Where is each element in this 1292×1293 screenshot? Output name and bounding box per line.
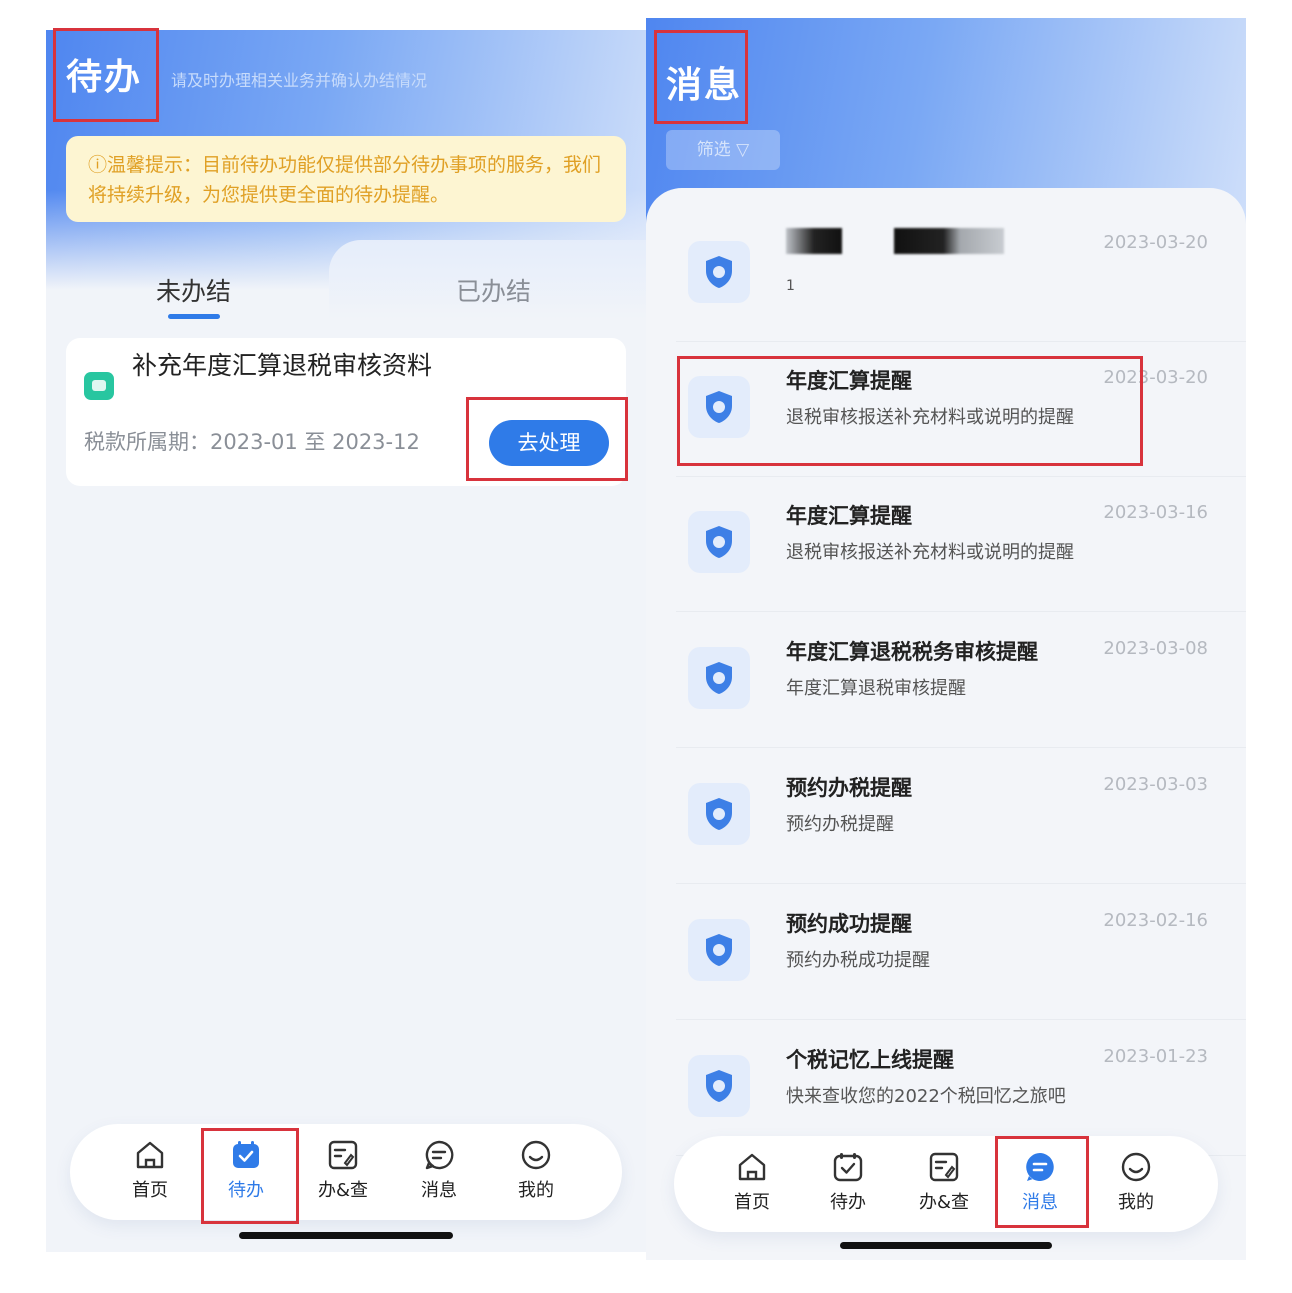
message-date: 2023-03-20: [1103, 232, 1208, 253]
nav-mine-label: 我的: [518, 1180, 554, 1201]
message-date: 2023-03-20: [1103, 367, 1208, 388]
task-title: 补充年度汇算退税审核资料: [132, 351, 433, 380]
shield-tax-icon: [688, 376, 750, 438]
message-date: 2023-01-23: [1103, 1046, 1208, 1067]
nav-mine[interactable]: 我的: [496, 1138, 576, 1202]
message-title: 年度汇算退税税务审核提醒: [786, 640, 1038, 664]
page-subtitle: 请及时办理相关业务并确认办结情况: [171, 71, 428, 90]
tab-pending[interactable]: 未办结: [156, 272, 231, 308]
tab-done[interactable]: 已办结: [456, 272, 531, 308]
message-item[interactable]: 预约成功提醒 预约办税成功提醒 2023-02-16: [676, 886, 1246, 1020]
smile-icon: [521, 1140, 551, 1170]
shield-tax-icon: [688, 1055, 750, 1117]
message-title: 年度汇算提醒: [786, 504, 912, 528]
bottom-nav: 首页 待办 办&查 消息 我的: [674, 1136, 1218, 1232]
nav-home[interactable]: 首页: [110, 1138, 190, 1202]
message-title: 预约成功提醒: [786, 912, 912, 936]
query-icon: [328, 1140, 358, 1170]
nav-query[interactable]: 办&查: [904, 1150, 984, 1214]
nav-todo-label: 待办: [228, 1180, 264, 1201]
nav-query-label: 办&查: [918, 1192, 970, 1213]
message-subtitle: 预约办税成功提醒: [786, 950, 930, 971]
redacted-text: [786, 228, 842, 254]
nav-messages[interactable]: 消息: [399, 1138, 479, 1202]
message-subtitle: 快来查收您的2022个税回忆之旅吧: [786, 1086, 1066, 1107]
message-subtitle: 退税审核报送补充材料或说明的提醒: [786, 407, 1074, 428]
home-indicator: [239, 1232, 453, 1239]
nav-home-label: 首页: [132, 1180, 168, 1201]
shield-tax-icon: [688, 647, 750, 709]
warm-tip-banner: ⓘ温馨提示：目前待办功能仅提供部分待办事项的服务，我们将持续升级，为您提供更全面…: [66, 136, 626, 222]
status-tabs: 未办结 已办结: [46, 240, 646, 320]
message-item[interactable]: 年度汇算提醒 退税审核报送补充材料或说明的提醒 2023-03-20: [676, 343, 1246, 477]
todo-icon: [833, 1153, 863, 1182]
message-title: 预约办税提醒: [786, 776, 912, 800]
nav-home-label: 首页: [734, 1192, 770, 1213]
message-item[interactable]: 年度汇算提醒 退税审核报送补充材料或说明的提醒 2023-03-16: [676, 478, 1246, 612]
message-subtitle: 退税审核报送补充材料或说明的提醒: [786, 542, 1074, 563]
bottom-nav: 首页 待办 办&查 消息 我的: [70, 1124, 622, 1220]
nav-messages[interactable]: 消息: [1000, 1150, 1080, 1214]
message-subtitle: 年度汇算退税审核提醒: [786, 678, 966, 699]
message-date: 2023-03-08: [1103, 638, 1208, 659]
nav-messages-label: 消息: [1022, 1192, 1058, 1213]
home-indicator: [840, 1242, 1052, 1249]
home-icon: [738, 1153, 766, 1181]
todo-icon: [233, 1141, 259, 1168]
redacted-text: [894, 228, 1004, 254]
message-icon: [1026, 1153, 1054, 1181]
message-subtitle: 预约办税提醒: [786, 814, 894, 835]
message-icon: [425, 1140, 454, 1170]
home-icon: [136, 1141, 164, 1169]
process-button[interactable]: 去处理: [489, 420, 609, 466]
page-title: 消息: [666, 65, 743, 106]
task-doc-icon: [84, 372, 114, 400]
message-date: 2023-03-03: [1103, 774, 1208, 795]
nav-home[interactable]: 首页: [712, 1150, 792, 1214]
nav-mine[interactable]: 我的: [1096, 1150, 1176, 1214]
filter-button[interactable]: 筛选 ▽: [666, 130, 780, 170]
nav-todo-label: 待办: [830, 1192, 866, 1213]
message-item[interactable]: 年度汇算退税税务审核提醒 年度汇算退税审核提醒 2023-03-08: [676, 614, 1246, 748]
task-period: 税款所属期：2023-01 至 2023-12: [84, 430, 420, 454]
message-item[interactable]: 预约办税提醒 预约办税提醒 2023-03-03: [676, 750, 1246, 884]
smile-icon: [1121, 1152, 1151, 1182]
nav-query[interactable]: 办&查: [303, 1138, 383, 1202]
nav-todo[interactable]: 待办: [206, 1138, 286, 1202]
page-title: 待办: [66, 57, 143, 98]
message-subtitle: 1: [786, 278, 795, 294]
shield-tax-icon: [688, 241, 750, 303]
nav-todo[interactable]: 待办: [808, 1150, 888, 1214]
message-title: 年度汇算提醒: [786, 369, 912, 393]
message-date: 2023-02-16: [1103, 910, 1208, 931]
task-card[interactable]: 补充年度汇算退税审核资料 税款所属期：2023-01 至 2023-12 去处理: [66, 338, 626, 486]
tab-indicator: [168, 314, 220, 319]
message-date: 2023-03-16: [1103, 502, 1208, 523]
nav-query-label: 办&查: [317, 1180, 369, 1201]
todo-screen: 待办 请及时办理相关业务并确认办结情况 ⓘ温馨提示：目前待办功能仅提供部分待办事…: [46, 30, 646, 1252]
shield-tax-icon: [688, 511, 750, 573]
nav-messages-label: 消息: [421, 1180, 457, 1201]
nav-mine-label: 我的: [1118, 1192, 1154, 1213]
message-title: 个税记忆上线提醒: [786, 1048, 954, 1072]
message-item[interactable]: 1 2023-03-20: [676, 208, 1246, 342]
shield-tax-icon: [688, 783, 750, 845]
message-list: 1 2023-03-20 年度汇算提醒 退税审核报送补充材料或说明的提醒 202…: [646, 188, 1246, 1260]
shield-tax-icon: [688, 919, 750, 981]
query-icon: [929, 1152, 959, 1182]
messages-screen: 消息 筛选 ▽ 1 2023-03-20 年度汇算提醒 退税审核报送补充材料或说…: [646, 18, 1246, 1260]
